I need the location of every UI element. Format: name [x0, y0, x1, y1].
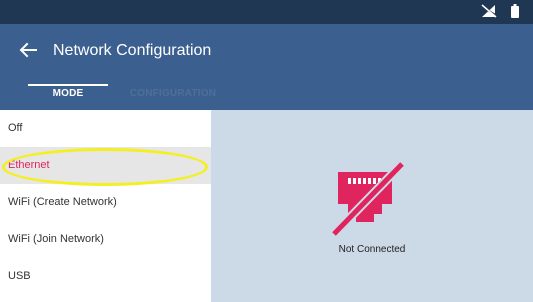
status-bar — [0, 0, 533, 24]
ethernet-disconnected-icon — [326, 160, 408, 240]
mode-item-wifi-create[interactable]: WiFi (Create Network) — [0, 184, 211, 221]
battery-icon — [511, 4, 519, 23]
arrow-left-icon — [16, 42, 40, 66]
tab-configuration[interactable]: CONFIGURATION — [118, 80, 228, 110]
mode-item-wifi-join[interactable]: WiFi (Join Network) — [0, 221, 211, 258]
mode-list: Off Ethernet WiFi (Create Network) WiFi … — [0, 110, 211, 302]
back-button[interactable] — [16, 38, 44, 66]
status-icons — [480, 4, 519, 23]
mode-item-usb[interactable]: USB — [0, 258, 211, 295]
connection-status-text: Not Connected — [338, 244, 406, 255]
mode-item-ethernet[interactable]: Ethernet — [0, 147, 211, 184]
tab-indicator — [28, 84, 108, 86]
mode-item-off[interactable]: Off — [0, 110, 211, 147]
detail-pane: Not Connected — [211, 110, 533, 302]
app-bar: Network Configuration MODE CONFIGURATION — [0, 24, 533, 110]
no-signal-icon — [480, 4, 498, 23]
page-title: Network Configuration — [53, 42, 212, 59]
